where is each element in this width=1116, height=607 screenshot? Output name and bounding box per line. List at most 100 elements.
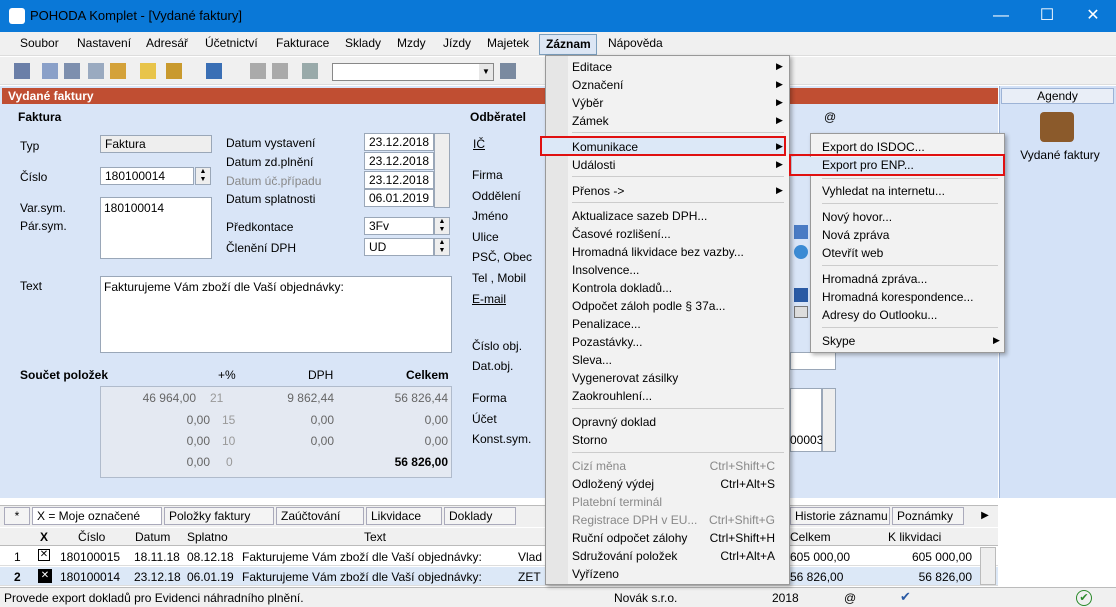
menu-item-vygenerovat[interactable]: Vygenerovat zásilky (572, 371, 678, 385)
chevron-down-icon[interactable]: ▼ (479, 64, 493, 80)
menu-item-insolvence[interactable]: Insolvence... (572, 263, 639, 277)
ic-link[interactable]: IČ (473, 137, 485, 151)
date-dropdowns[interactable] (434, 133, 450, 208)
datum-vystaveni-field[interactable]: 23.12.2018 (364, 133, 434, 151)
datum-zdplneni-field[interactable]: 23.12.2018 (364, 152, 434, 170)
menu-zaznam[interactable]: Záznam (539, 34, 597, 55)
tab-doklady[interactable]: Doklady (444, 507, 516, 525)
tool-icon[interactable] (110, 63, 126, 79)
menu-item-vyber[interactable]: Výběr (572, 96, 603, 110)
menu-item-pozastavky[interactable]: Pozastávky... (572, 335, 642, 349)
col-klikvidaci[interactable]: K likvidaci (888, 530, 941, 544)
menu-item-penalizace[interactable]: Penalizace... (572, 317, 641, 331)
cislo-stepper[interactable]: ▲ ▼ (195, 167, 211, 185)
new-record-icon[interactable] (140, 63, 156, 79)
menu-mzdy[interactable]: Mzdy (397, 36, 426, 50)
cleneni-field[interactable]: UD (364, 238, 434, 256)
menu-item-rucni-odpocet[interactable]: Ruční odpočet zálohy (572, 531, 687, 545)
col-text[interactable]: Text (364, 530, 386, 544)
menu-item-editace[interactable]: Editace (572, 60, 612, 74)
menu-jizdy[interactable]: Jízdy (443, 36, 471, 50)
tab-likvidace[interactable]: Likvidace (366, 507, 442, 525)
submenu-item-vyhledat[interactable]: Vyhledat na internetu... (822, 184, 945, 198)
menu-item-zamek[interactable]: Zámek (572, 114, 609, 128)
col-cislo[interactable]: Číslo (78, 530, 105, 544)
col-celkem[interactable]: Celkem (790, 530, 831, 544)
menu-item-vyrizeno[interactable]: Vyřízeno (572, 567, 619, 581)
col-splatno[interactable]: Splatno (187, 530, 228, 544)
menu-item-odlozeny[interactable]: Odložený výdej (572, 477, 654, 491)
grid-scrollbar[interactable] (980, 547, 996, 585)
submenu-item-zprava[interactable]: Nová zpráva (822, 228, 889, 242)
menu-item-sdruzovani[interactable]: Sdružování položek (572, 549, 677, 563)
tab-star[interactable]: * (4, 507, 30, 525)
filter-combo[interactable]: ▼ (332, 63, 494, 81)
submenu-item-outlook[interactable]: Adresy do Outlooku... (822, 308, 937, 322)
tab-zauctovani[interactable]: Zaúčtování (276, 507, 364, 525)
submenu-item-hromadna-zprava[interactable]: Hromadná zpráva... (822, 272, 927, 286)
dat-obj-field[interactable] (790, 352, 836, 370)
menu-item-oznaceni[interactable]: Označení (572, 78, 623, 92)
save-icon[interactable] (250, 63, 266, 79)
submenu-item-isdoc[interactable]: Export do ISDOC... (822, 140, 925, 154)
row-checkbox[interactable]: ✕ (38, 549, 50, 561)
call-icon[interactable] (794, 225, 808, 239)
save-icon[interactable] (272, 63, 288, 79)
submenu-item-skype[interactable]: Skype (822, 334, 855, 348)
menu-soubor[interactable]: Soubor (20, 36, 59, 50)
filter-icon[interactable] (500, 63, 516, 79)
back-arrow-icon[interactable] (206, 63, 222, 79)
cleneni-stepper[interactable]: ▲ ▼ (434, 238, 450, 256)
invoice-icon[interactable] (1040, 112, 1074, 142)
menu-item-sleva[interactable]: Sleva... (572, 353, 612, 367)
submenu-item-hromadna-korespondence[interactable]: Hromadná korespondence... (822, 290, 973, 304)
predkontace-field[interactable]: 3Fv (364, 217, 434, 235)
maximize-button[interactable]: ☐ (1024, 0, 1070, 32)
agendy-item-label[interactable]: Vydané faktury (1008, 148, 1112, 162)
tabs-scroll-right-icon[interactable]: ▶ (975, 507, 995, 525)
tool-icon[interactable] (64, 63, 80, 79)
tool-icon[interactable] (14, 63, 30, 79)
datum-ucpripadu-field[interactable]: 23.12.2018 (364, 171, 434, 189)
menu-item-opravny[interactable]: Opravný doklad (572, 415, 656, 429)
menu-item-zaokrouhleni[interactable]: Zaokrouhlení... (572, 389, 652, 403)
menu-majetek[interactable]: Majetek (487, 36, 529, 50)
submenu-item-web[interactable]: Otevřít web (822, 246, 883, 260)
datum-splatnosti-field[interactable]: 06.01.2019 (364, 189, 434, 207)
tool-icon[interactable] (42, 63, 58, 79)
card-icon[interactable] (794, 306, 808, 318)
menu-item-aktualizace[interactable]: Aktualizace sazeb DPH... (572, 209, 707, 223)
col-x[interactable]: X (40, 530, 48, 544)
menu-nastaveni[interactable]: Nastavení (77, 36, 131, 50)
tab-historie[interactable]: Historie záznamu (790, 507, 890, 525)
web-icon[interactable] (794, 245, 808, 259)
forma-steppers[interactable] (822, 388, 836, 452)
menu-napoveda[interactable]: Nápověda (608, 36, 663, 50)
tool-icon[interactable] (88, 63, 104, 79)
submenu-item-hovor[interactable]: Nový hovor... (822, 210, 892, 224)
col-datum[interactable]: Datum (135, 530, 170, 544)
menu-item-kontrola[interactable]: Kontrola dokladů... (572, 281, 672, 295)
edit-icon[interactable] (166, 63, 182, 79)
menu-fakturace[interactable]: Fakturace (276, 36, 329, 50)
copy-icon[interactable] (302, 63, 318, 79)
tab-poznamky[interactable]: Poznámky (892, 507, 964, 525)
word-icon[interactable] (794, 288, 808, 302)
menu-item-udalosti[interactable]: Události (572, 158, 615, 172)
varsym-field[interactable]: 180100014 (104, 201, 164, 215)
menu-adresar[interactable]: Adresář (146, 36, 188, 50)
menu-ucetnictvi[interactable]: Účetnictví (205, 36, 258, 50)
tab-polozky[interactable]: Položky faktury (164, 507, 274, 525)
tab-moje-oznacene[interactable]: X = Moje označené (32, 507, 162, 525)
menu-item-odpocet[interactable]: Odpočet záloh podle § 37a... (572, 299, 725, 313)
minimize-button[interactable]: — (978, 0, 1024, 32)
row-checkbox[interactable]: ✕ (38, 569, 52, 583)
menu-sklady[interactable]: Sklady (345, 36, 381, 50)
close-button[interactable]: ✕ (1070, 0, 1116, 32)
cislo-field[interactable]: 180100014 (100, 167, 194, 185)
menu-item-hromadna-likvidace[interactable]: Hromadná likvidace bez vazby... (572, 245, 744, 259)
email-link[interactable]: E-mail (472, 292, 506, 306)
menu-item-storno[interactable]: Storno (572, 433, 607, 447)
menu-item-prenos[interactable]: Přenos -> (572, 184, 624, 198)
predkontace-stepper[interactable]: ▲ ▼ (434, 217, 450, 235)
